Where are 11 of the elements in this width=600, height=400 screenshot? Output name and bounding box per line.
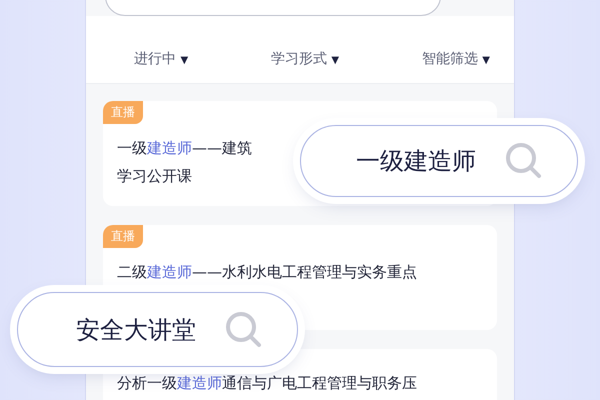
filter-dropdown[interactable]: 进行中 ▼: [134, 50, 188, 68]
course-title: 分析一级建造师通信与广电工程管理与职务压: [117, 373, 417, 393]
search-icon: [504, 141, 544, 181]
filter-dropdown[interactable]: 学习形式 ▼: [270, 50, 340, 68]
course-title: 一级建造师——建筑 学习公开课: [117, 138, 252, 187]
search-query: 一级建造师: [356, 146, 476, 177]
live-tag: 直播: [103, 225, 143, 248]
filter-dropdown[interactable]: 智能筛选 ▼: [422, 50, 490, 68]
live-tag: 直播: [103, 101, 143, 124]
search-icon: [224, 310, 264, 350]
course-title: 二级建造师——水利水电工程管理与实务重点: [117, 262, 417, 283]
